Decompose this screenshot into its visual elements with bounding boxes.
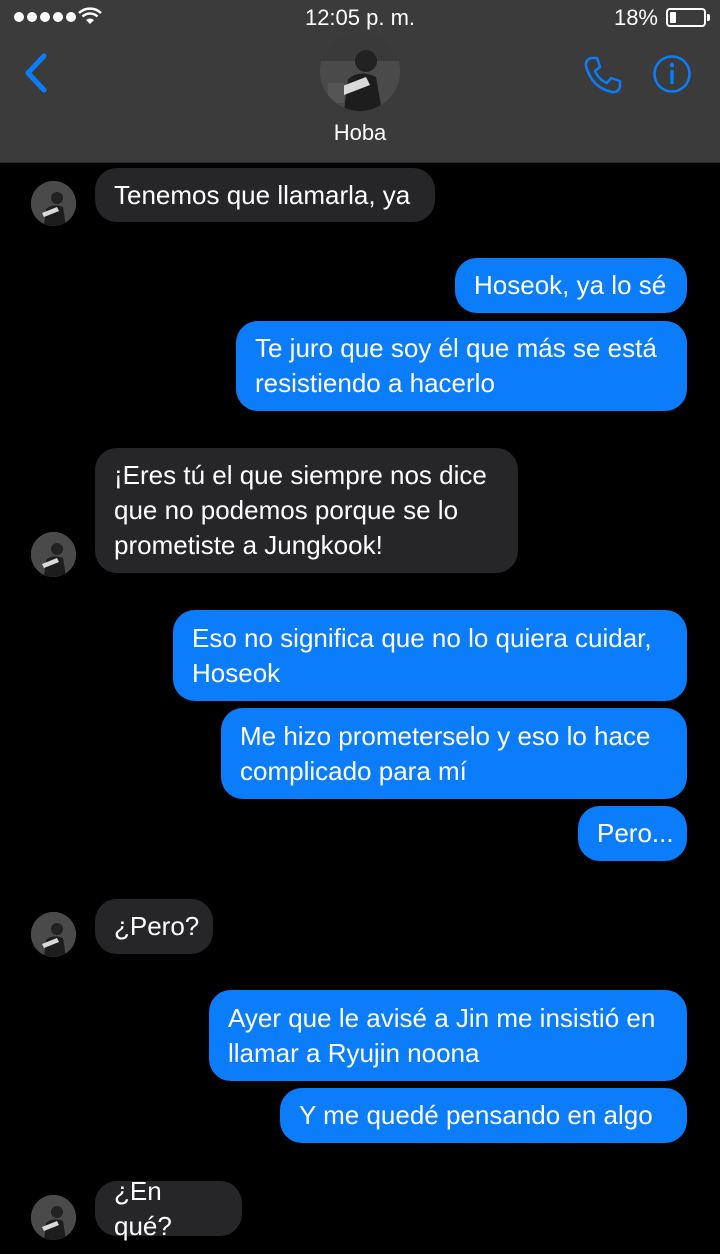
sender-avatar bbox=[31, 1195, 76, 1240]
phone-icon[interactable] bbox=[582, 54, 624, 96]
message-bubble-outgoing[interactable]: Y me quedé pensando en algo bbox=[280, 1088, 687, 1143]
info-icon[interactable] bbox=[652, 54, 692, 94]
message-bubble-incoming[interactable]: ¿En qué? bbox=[95, 1176, 242, 1241]
sender-avatar bbox=[31, 912, 76, 957]
battery-icon bbox=[666, 8, 710, 27]
message-bubble-outgoing[interactable]: Te juro que soy él que más se está resis… bbox=[236, 321, 687, 411]
message-bubble-incoming[interactable]: ¿Pero? bbox=[95, 899, 213, 954]
status-time: 12:05 p. m. bbox=[304, 5, 416, 30]
message-bubble-incoming[interactable]: Tenemos que llamarla, ya bbox=[95, 168, 435, 222]
sender-avatar bbox=[31, 181, 76, 226]
message-bubble-outgoing[interactable]: Pero... bbox=[578, 806, 687, 861]
contact-name[interactable]: Hoba bbox=[0, 120, 720, 146]
message-bubble-outgoing[interactable]: Hoseok, ya lo sé bbox=[455, 258, 687, 313]
contact-avatar[interactable] bbox=[320, 31, 400, 111]
message-bubble-outgoing[interactable]: Me hizo prometerselo y eso lo hace compl… bbox=[221, 708, 687, 799]
battery-percent: 18% bbox=[613, 5, 658, 30]
sender-avatar bbox=[31, 532, 76, 577]
message-bubble-outgoing[interactable]: Ayer que le avisé a Jin me insistió en l… bbox=[209, 990, 687, 1081]
status-bar: 12:05 p. m. 18% bbox=[0, 0, 720, 34]
message-bubble-outgoing[interactable]: Eso no significa que no lo quiera cuidar… bbox=[173, 610, 687, 701]
chat-header: 12:05 p. m. 18% Hoba bbox=[0, 0, 720, 163]
back-button[interactable] bbox=[20, 50, 56, 96]
message-bubble-incoming[interactable]: ¡Eres tú el que siempre nos dice que no … bbox=[95, 448, 518, 573]
